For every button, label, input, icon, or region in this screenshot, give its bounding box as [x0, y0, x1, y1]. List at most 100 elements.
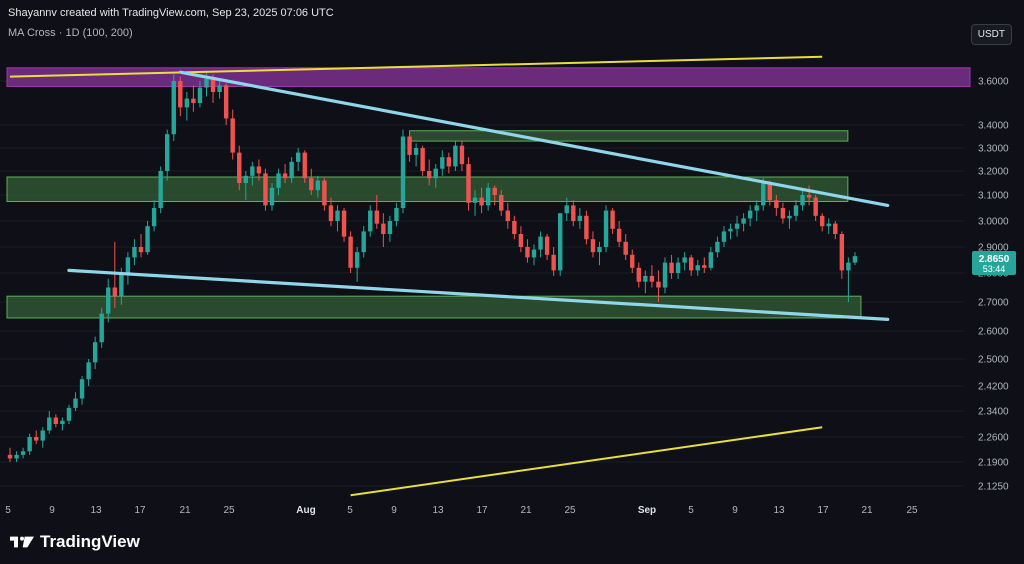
- indicator-legend[interactable]: MA Cross · 1D (100, 200): [8, 27, 133, 39]
- candle-body: [833, 223, 838, 234]
- time-tick-label: 17: [476, 505, 488, 516]
- candle-body: [79, 379, 85, 399]
- price-tick-label: 3.6000: [978, 77, 1009, 88]
- demand-zone: [6, 176, 849, 202]
- candle-body: [223, 85, 229, 119]
- time-tick-label: 25: [564, 505, 576, 516]
- time-tick-label: 25: [906, 505, 918, 516]
- price-tick-label: 2.3400: [978, 407, 1009, 418]
- candle-body: [551, 254, 556, 271]
- candle-body: [564, 205, 569, 214]
- candle-body: [40, 430, 45, 441]
- time-tick-label: 9: [732, 505, 738, 516]
- candle-body: [702, 265, 707, 268]
- candle-body: [636, 267, 641, 282]
- candle-body: [846, 262, 851, 271]
- price-chart[interactable]: 3.60003.40003.30003.20003.10003.00002.90…: [0, 0, 1024, 564]
- time-tick-label: 17: [134, 505, 146, 516]
- candle-body: [282, 173, 288, 179]
- candle-body: [728, 228, 733, 232]
- time-tick-label: 25: [223, 505, 235, 516]
- price-tick-label: 3.4000: [978, 121, 1009, 132]
- candle-body: [525, 247, 530, 258]
- candle-body: [420, 148, 425, 171]
- candle-body: [466, 164, 471, 203]
- candle-body: [839, 234, 845, 271]
- candle-body: [86, 362, 91, 380]
- candle-body: [178, 81, 183, 108]
- candle-body: [14, 454, 19, 459]
- candle-body: [374, 210, 379, 224]
- candle-body: [7, 454, 13, 459]
- candle-body: [669, 262, 674, 273]
- candle-body: [250, 166, 255, 176]
- candle-body: [695, 265, 700, 271]
- candle-body: [787, 215, 792, 219]
- price-tick-label: 3.2000: [978, 167, 1009, 178]
- candle-body: [643, 275, 648, 282]
- candle-body: [171, 81, 176, 135]
- currency-button[interactable]: USDT: [970, 24, 1012, 45]
- price-tick-label: 2.2600: [978, 433, 1009, 444]
- price-tick-label: 2.5000: [978, 355, 1009, 366]
- candle-body: [721, 231, 727, 242]
- candle-body: [138, 247, 144, 253]
- price-tick-label: 2.7000: [978, 298, 1009, 309]
- candle-body: [656, 281, 661, 288]
- candle-body: [747, 210, 753, 219]
- candle-body: [413, 148, 419, 155]
- candle-body: [623, 241, 628, 255]
- candle-body: [774, 200, 779, 208]
- candle-body: [53, 417, 59, 424]
- candle-body: [296, 152, 301, 162]
- candle-body: [708, 252, 714, 268]
- candle-body: [820, 215, 825, 227]
- candle-body: [610, 210, 615, 229]
- candle-body: [734, 223, 740, 229]
- candle-body: [394, 208, 399, 221]
- candle-body: [237, 152, 242, 183]
- candle-body: [197, 87, 203, 103]
- chart-attribution: Shayannv created with TradingView.com, S…: [8, 7, 334, 19]
- candle-body: [780, 208, 786, 219]
- candle-body: [689, 257, 694, 271]
- candle-body: [73, 398, 78, 408]
- time-tick-label: Aug: [296, 505, 315, 516]
- candle-body: [34, 437, 39, 441]
- candle-body: [492, 187, 497, 195]
- candle-body: [381, 223, 386, 234]
- supply-zone: [6, 67, 971, 88]
- candle-body: [584, 215, 589, 240]
- candle-body: [112, 287, 117, 297]
- candle-body: [191, 98, 196, 103]
- candle-body: [276, 173, 281, 188]
- candle-body: [453, 145, 458, 167]
- candle-body: [597, 247, 602, 253]
- candle-body: [649, 275, 655, 282]
- candle-body: [92, 342, 98, 363]
- candle-body: [715, 241, 720, 253]
- time-tick-label: 21: [179, 505, 191, 516]
- candle-body: [852, 256, 858, 263]
- candle-body: [577, 215, 583, 221]
- candle-body: [243, 175, 248, 183]
- price-tick-label: 2.1250: [978, 482, 1009, 493]
- candle-body: [354, 252, 360, 268]
- candle-body: [328, 205, 334, 221]
- candle-body: [309, 178, 314, 191]
- candle-body: [558, 213, 563, 271]
- candle-body: [440, 157, 445, 169]
- candle-body: [518, 234, 524, 247]
- candle-body: [407, 136, 412, 155]
- tradingview-brand[interactable]: TradingView: [10, 532, 140, 552]
- candle-body: [682, 257, 687, 263]
- candle-body: [60, 420, 65, 424]
- time-tick-label: 9: [391, 505, 397, 516]
- time-tick-label: Sep: [638, 505, 656, 516]
- candle-body: [603, 210, 609, 247]
- candle-body: [125, 257, 131, 273]
- time-tick-label: 13: [432, 505, 444, 516]
- time-tick-label: 13: [90, 505, 102, 516]
- candle-body: [165, 134, 170, 171]
- candle-body: [793, 205, 799, 216]
